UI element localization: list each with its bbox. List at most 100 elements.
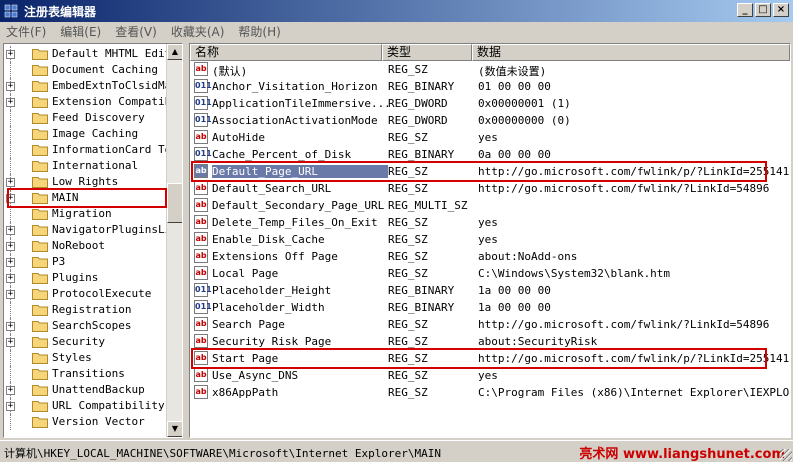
value-type: REG_SZ — [388, 352, 428, 365]
scroll-down-button[interactable]: ▼ — [167, 421, 182, 437]
tree-item[interactable]: + EmbedExtnToClsidMappings — [4, 78, 182, 94]
value-row[interactable]: ab Enable_Disk_Cache REG_SZ yes — [190, 231, 790, 248]
tree-item[interactable]: + Plugins — [4, 270, 168, 286]
value-row[interactable]: ab Delete_Temp_Files_On_Exit REG_SZ yes — [190, 214, 790, 231]
expand-icon[interactable]: + — [6, 274, 15, 283]
binary-value-icon: 011 — [194, 283, 212, 297]
value-row[interactable]: 011 Cache_Percent_of_Disk REG_BINARY 0a 00 … — [190, 146, 790, 163]
value-type: REG_BINARY — [388, 148, 455, 161]
binary-value-icon: 011 — [194, 300, 212, 314]
value-row[interactable]: ab Extensions Off Page REG_SZ about:NoAdd-o… — [190, 248, 790, 265]
tree-item[interactable]: + SearchScopes — [4, 318, 168, 334]
value-type: REG_SZ — [388, 63, 428, 76]
value-name: Anchor_Visitation_Horizon — [212, 80, 378, 93]
string-value-icon: ab — [194, 181, 208, 195]
tree-item[interactable]: + NoReboot — [4, 238, 168, 254]
folder-icon — [32, 401, 48, 412]
value-row[interactable]: 011 AssociationActivationMode REG_DWORD 0x0… — [190, 112, 790, 129]
resize-grip[interactable] — [780, 449, 792, 461]
tree-item-label: Registration — [52, 303, 132, 316]
column-header-name[interactable]: 名称 — [190, 44, 382, 61]
value-data: yes — [478, 369, 498, 382]
binary-value-icon: 011 — [194, 96, 212, 110]
tree-item[interactable]: Version Vector — [4, 414, 168, 430]
tree-item[interactable]: InformationCard Tokens — [4, 142, 182, 158]
tree-item-label: Low Rights — [52, 175, 119, 188]
tree-item-label: EmbedExtnToClsidMappings — [52, 79, 182, 92]
tree-item[interactable]: + P3 — [4, 254, 168, 270]
menu-file[interactable]: 文件(F) — [6, 23, 46, 40]
expand-icon[interactable]: + — [6, 226, 15, 235]
column-header-type[interactable]: 类型 — [382, 44, 472, 61]
expand-icon[interactable]: + — [6, 194, 15, 203]
expand-icon[interactable]: + — [6, 242, 15, 251]
tree-item-label: Image Caching — [52, 127, 139, 140]
tree-item[interactable]: Feed Discovery — [4, 110, 168, 126]
value-data: http://go.microsoft.com/fwlink/p/?LinkId… — [478, 352, 790, 365]
menu-help[interactable]: 帮助(H) — [238, 23, 280, 40]
folder-icon — [32, 177, 48, 188]
expand-icon[interactable]: + — [6, 322, 15, 331]
tree-item[interactable]: Migration — [4, 206, 168, 222]
expand-icon[interactable]: + — [6, 50, 15, 59]
expand-icon[interactable]: + — [6, 258, 15, 267]
menu-favorites[interactable]: 收藏夹(A) — [171, 23, 225, 40]
value-row[interactable]: ab (默认) REG_SZ (数值未设置) — [190, 61, 790, 78]
tree-item[interactable]: Document Caching — [4, 62, 168, 78]
expand-icon[interactable]: + — [6, 290, 15, 299]
value-name: Default_Secondary_Page_URL — [212, 199, 385, 212]
expand-icon[interactable]: + — [6, 82, 15, 91]
value-row[interactable]: 011 Placeholder_Width REG_BINARY 1a 00 00 0… — [190, 299, 790, 316]
value-row[interactable]: ab AutoHide REG_SZ yes — [190, 129, 790, 146]
tree-item[interactable]: + ProtocolExecute — [4, 286, 168, 302]
tree-item[interactable]: Registration — [4, 302, 168, 318]
string-value-icon: ab — [194, 334, 208, 348]
value-row[interactable]: 011 Placeholder_Height REG_BINARY 1a 00 00 … — [190, 282, 790, 299]
value-row[interactable]: ab Search Page REG_SZ http://go.microsoft.c… — [190, 316, 790, 333]
maximize-button[interactable]: □ — [755, 3, 771, 17]
value-row[interactable]: ab Default_Secondary_Page_URL REG_MULTI_SZ — [190, 197, 790, 214]
binary-value-icon: 011 — [194, 113, 212, 127]
tree-item[interactable]: + NavigatorPluginsList — [4, 222, 182, 238]
value-row[interactable]: ab Use_Async_DNS REG_SZ yes — [190, 367, 790, 384]
value-row[interactable]: ab Default_Search_URL REG_SZ http://go.micr… — [190, 180, 790, 197]
expand-icon[interactable]: + — [6, 402, 15, 411]
value-row[interactable]: 011 Anchor_Visitation_Horizon REG_BINARY 01… — [190, 78, 790, 95]
tree-item[interactable]: Image Caching — [4, 126, 168, 142]
menu-edit[interactable]: 编辑(E) — [60, 23, 101, 40]
expand-icon[interactable]: + — [6, 178, 15, 187]
tree-item[interactable]: Transitions — [4, 366, 168, 382]
tree-item[interactable]: + Extension Compatibility — [4, 94, 182, 110]
tree-item[interactable]: + Security — [4, 334, 168, 350]
minimize-button[interactable]: _ — [737, 3, 753, 17]
value-row[interactable]: ab Security Risk Page REG_SZ about:Security… — [190, 333, 790, 350]
expand-icon[interactable]: + — [6, 98, 15, 107]
string-value-icon: ab — [194, 130, 208, 144]
tree-item[interactable]: International — [4, 158, 168, 174]
value-type: REG_SZ — [388, 369, 428, 382]
tree-item[interactable]: + Default MHTML Editor — [4, 46, 182, 62]
tree-item[interactable]: + UnattendBackup — [4, 382, 168, 398]
tree-item[interactable]: + URL Compatibility — [4, 398, 168, 414]
tree-item[interactable]: + Low Rights — [4, 174, 168, 190]
tree-vertical-scrollbar[interactable]: ▲ ▼ — [166, 44, 182, 437]
scroll-up-button[interactable]: ▲ — [167, 44, 182, 60]
tree-item-label: ProtocolExecute — [52, 287, 152, 300]
scroll-thumb[interactable] — [167, 183, 182, 223]
tree-item[interactable]: Styles — [4, 350, 168, 366]
value-data: http://go.microsoft.com/fwlink/?LinkId=5… — [478, 182, 770, 195]
value-row[interactable]: ab Default_Page_URL REG_SZ http://go.micros… — [190, 163, 790, 180]
value-row[interactable]: ab x86AppPath REG_SZ C:\Program Files (x86)… — [190, 384, 790, 401]
value-type: REG_SZ — [388, 250, 428, 263]
column-header-data[interactable]: 数据 — [472, 44, 790, 61]
value-row[interactable]: ab Local Page REG_SZ C:\Windows\System32\bl… — [190, 265, 790, 282]
expand-icon[interactable]: + — [6, 338, 15, 347]
expand-icon[interactable]: + — [6, 386, 15, 395]
close-button[interactable]: × — [773, 3, 789, 17]
menu-view[interactable]: 查看(V) — [115, 23, 157, 40]
tree-item[interactable]: + MAIN — [4, 190, 168, 206]
value-row[interactable]: 011 ApplicationTileImmersive... REG_DWORD 0… — [190, 95, 790, 112]
folder-icon — [32, 337, 48, 348]
value-row[interactable]: ab Start Page REG_SZ http://go.microsoft.co… — [190, 350, 790, 367]
folder-icon — [32, 145, 48, 156]
